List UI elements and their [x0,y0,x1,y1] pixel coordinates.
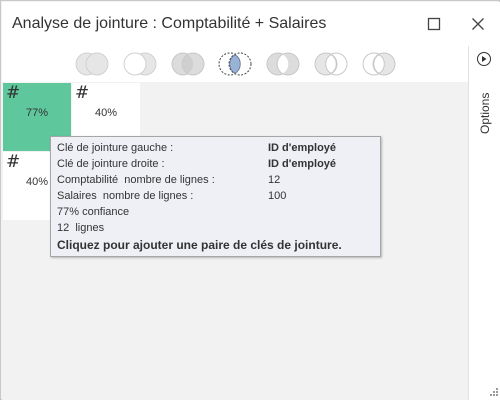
tooltip-left-key-row: Clé de jointure gauche : ID d'employé [57,142,374,158]
title-bar: Analyse de jointure : Comptabilité + Sal… [2,2,500,46]
hash-icon: # [75,83,90,103]
join-type-inner-button[interactable] [216,50,256,78]
options-expand-button[interactable] [477,52,491,66]
tooltip-confidence: 77% confiance [57,206,130,218]
tooltip-label: Comptabilité nombre de lignes : [57,174,215,186]
join-type-left-exclusive-button[interactable] [312,50,352,78]
tooltip-salaires-rows-row: Salaires nombre de lignes : 100 [57,190,374,206]
join-tooltip: Clé de jointure gauche : ID d'employé Cl… [50,136,381,257]
tooltip-action-hint: Cliquez pour ajouter une paire de clés d… [57,238,342,252]
join-type-outer-button[interactable] [264,50,304,78]
tooltip-value: 12 [268,174,281,186]
cell-percent: 77% [25,107,49,119]
venn-left-exclusive-icon [314,52,348,76]
venn-right-exclusive-icon [362,52,396,76]
hash-icon: # [6,83,21,103]
tooltip-right-key-row: Clé de jointure droite : ID d'employé [57,158,374,174]
tooltip-value: ID d'employé [268,142,337,154]
join-type-bar [2,46,468,82]
tooltip-comptabilite-rows-row: Comptabilité nombre de lignes : 12 [57,174,374,190]
window-title: Analyse de jointure : Comptabilité + Sal… [12,15,327,32]
join-type-full-button[interactable] [169,50,209,78]
options-label[interactable]: Options [470,74,500,134]
tooltip-row-count: 12 lignes [57,222,105,234]
venn-none-icon [75,52,109,76]
options-panel: Options [468,46,500,400]
join-type-none-button[interactable] [73,50,113,78]
tooltip-value: ID d'employé [268,158,337,170]
venn-inner-icon [218,52,252,76]
close-icon [472,18,484,30]
cell-percent: 40% [94,107,118,119]
tooltip-label: Salaires nombre de lignes : [57,190,194,202]
maximize-button[interactable] [424,14,444,34]
resize-grip-icon[interactable] [487,387,499,399]
maximize-icon [427,17,441,31]
venn-full-icon [171,52,205,76]
tooltip-label: Clé de jointure droite : [57,158,165,170]
tooltip-label: Clé de jointure gauche : [57,142,174,154]
venn-outer-icon [266,52,300,76]
play-icon [482,56,487,62]
tooltip-value: 100 [268,190,287,202]
close-button[interactable] [468,14,488,34]
join-analysis-window: Analyse de jointure : Comptabilité + Sal… [0,0,500,400]
join-type-right-button[interactable] [121,50,161,78]
join-type-right-exclusive-button[interactable] [360,50,400,78]
venn-right-icon [123,52,157,76]
hash-icon: # [6,152,21,172]
